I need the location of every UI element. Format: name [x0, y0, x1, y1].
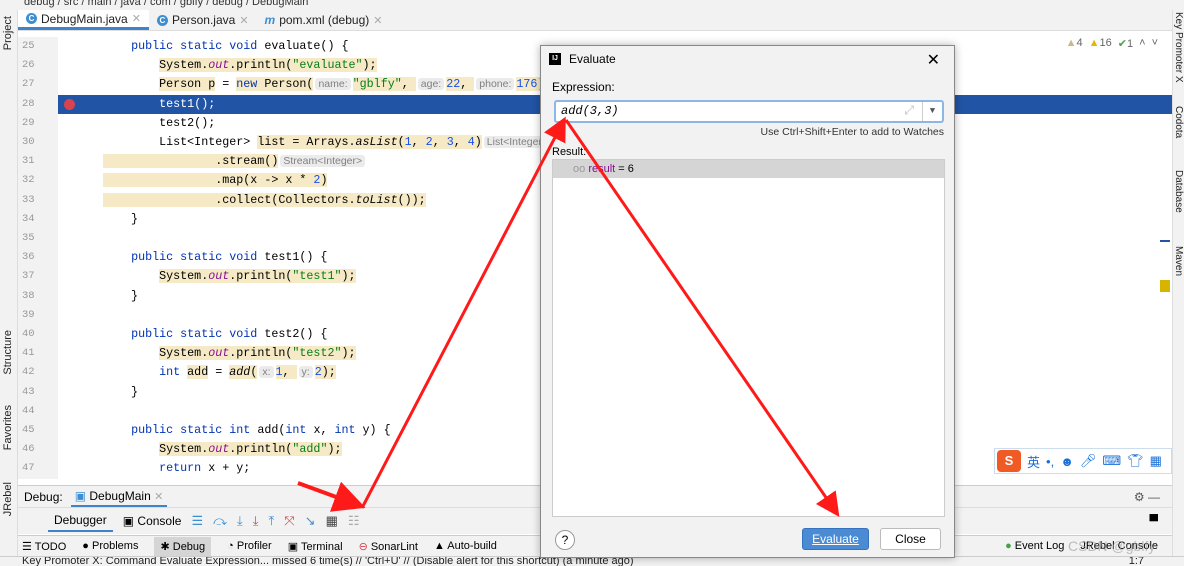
arrow-to-evaluate-icon: [297, 481, 366, 512]
annotation-arrows: [297, 116, 840, 517]
arrow-to-evaluate-button: [564, 119, 840, 517]
arrow-to-expression: [360, 116, 566, 509]
